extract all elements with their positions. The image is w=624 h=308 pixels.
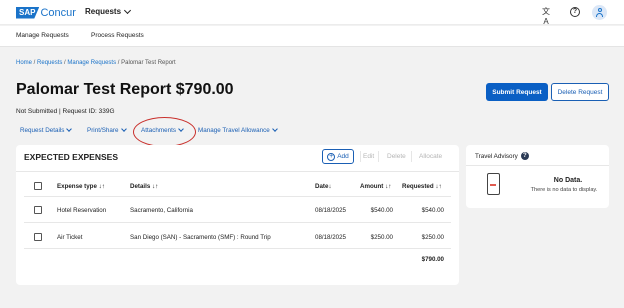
top-bar: SAP Concur Requests 文A ? (0, 0, 624, 26)
row-checkbox[interactable] (34, 206, 42, 214)
advisory-divider (466, 165, 609, 166)
report-status-line: Not Submitted | Request ID: 339G (16, 108, 115, 115)
sort-desc-icon: ↓ (328, 183, 332, 190)
menu-label: Print/Share (87, 127, 119, 134)
advisory-title: Travel Advisory (475, 152, 518, 160)
breadcrumb-home[interactable]: Home (16, 60, 32, 66)
sub-navigation: Manage Requests Process Requests (0, 26, 624, 47)
sap-concur-logo[interactable]: SAP Concur (16, 6, 76, 19)
panel-divider (16, 171, 459, 172)
logo-concur: Concur (40, 6, 76, 19)
add-label: Add (337, 153, 349, 160)
delete-expense-button[interactable]: Delete (387, 153, 406, 160)
row-checkbox[interactable] (34, 233, 42, 241)
manage-travel-allowance-menu[interactable]: Manage Travel Allowance (198, 126, 278, 134)
page-title: Palomar Test Report $790.00 (16, 81, 234, 98)
toolbar-divider (378, 151, 379, 162)
no-data-title: No Data. (553, 177, 583, 184)
cell-amount: $540.00 (370, 207, 393, 214)
sort-icon: ↓↑ (98, 183, 105, 190)
request-details-menu[interactable]: Request Details (20, 126, 73, 134)
translate-icon[interactable]: 文A (541, 7, 551, 26)
column-date[interactable]: Date↓ (315, 183, 332, 190)
chevron-down-icon (123, 6, 132, 14)
breadcrumb: Home / Requests / Manage Requests / Palo… (16, 60, 176, 66)
print-share-menu[interactable]: Print/Share (87, 126, 127, 134)
add-expense-button[interactable]: + Add (322, 149, 354, 164)
column-label: Requested (402, 183, 434, 190)
breadcrumb-requests[interactable]: Requests (37, 60, 62, 66)
edit-button[interactable]: Edit (363, 153, 374, 160)
request-id: Request ID: 339G (62, 108, 115, 115)
travel-advisory-header: Travel Advisory ? (475, 152, 529, 160)
user-avatar[interactable] (592, 5, 607, 20)
no-data-message: There is no data to display. (530, 187, 598, 193)
user-icon-body (596, 13, 603, 17)
cell-date: 08/18/2025 (315, 234, 346, 241)
column-amount[interactable]: Amount ↓↑ (360, 183, 391, 190)
submit-request-button[interactable]: Submit Request (486, 83, 548, 101)
mobile-phone-icon (487, 173, 500, 195)
delete-request-button[interactable]: Delete Request (551, 83, 609, 101)
chevron-down-icon (66, 126, 73, 132)
breadcrumb-manage-requests[interactable]: Manage Requests (67, 60, 116, 66)
column-label: Date (315, 183, 329, 190)
requests-nav-menu[interactable]: Requests (85, 6, 132, 16)
chevron-down-icon (120, 126, 127, 132)
breadcrumb-current: Palomar Test Report (121, 60, 176, 66)
row-divider (24, 222, 451, 223)
subnav-manage-requests[interactable]: Manage Requests (16, 32, 69, 39)
row-divider (24, 248, 451, 249)
cell-details: San Diego (SAN) - Sacramento (SMF) : Rou… (130, 234, 271, 241)
cell-expense-type: Hotel Reservation (57, 207, 107, 214)
help-icon[interactable]: ? (570, 7, 580, 17)
requests-nav-label: Requests (85, 7, 122, 16)
chevron-down-icon (271, 126, 278, 132)
user-icon-head (597, 8, 602, 12)
allocate-button[interactable]: Allocate (419, 153, 442, 160)
status-text: Not Submitted (16, 108, 58, 115)
menu-label: Manage Travel Allowance (198, 127, 270, 134)
expected-expenses-panel: EXPECTED EXPENSES + Add Edit Delete Allo… (16, 145, 459, 285)
column-requested[interactable]: Requested ↓↑ (402, 183, 442, 190)
cell-details: Sacramento, California (130, 207, 193, 214)
column-label: Expense type (57, 183, 97, 190)
annotation-highlight-ring (133, 117, 196, 147)
column-expense-type[interactable]: Expense type ↓↑ (57, 183, 105, 190)
cell-expense-type: Air Ticket (57, 234, 83, 241)
toolbar-divider (411, 151, 412, 162)
cell-amount: $250.00 (370, 234, 393, 241)
select-all-checkbox[interactable] (34, 182, 42, 190)
expenses-title: EXPECTED EXPENSES (24, 152, 119, 162)
cell-requested: $250.00 (421, 234, 444, 241)
column-label: Details (130, 183, 151, 190)
phone-alert-bar (490, 184, 496, 186)
expenses-total: $790.00 (421, 256, 444, 263)
help-question-icon[interactable]: ? (520, 152, 529, 160)
table-header-divider (24, 196, 451, 197)
subnav-process-requests[interactable]: Process Requests (91, 32, 144, 39)
plus-icon: + (327, 152, 336, 161)
column-label: Amount (360, 183, 384, 190)
toolbar-divider (360, 151, 361, 162)
cell-requested: $540.00 (421, 207, 444, 214)
logo-sap: SAP (16, 6, 40, 19)
travel-advisory-panel: Travel Advisory ? No Data. There is no d… (466, 145, 609, 208)
column-details[interactable]: Details ↓↑ (130, 183, 158, 190)
sort-icon: ↓↑ (385, 183, 392, 190)
sort-icon: ↓↑ (152, 183, 159, 190)
menu-label: Request Details (20, 127, 65, 134)
cell-date: 08/18/2025 (315, 207, 346, 214)
sort-icon: ↓↑ (435, 183, 442, 190)
